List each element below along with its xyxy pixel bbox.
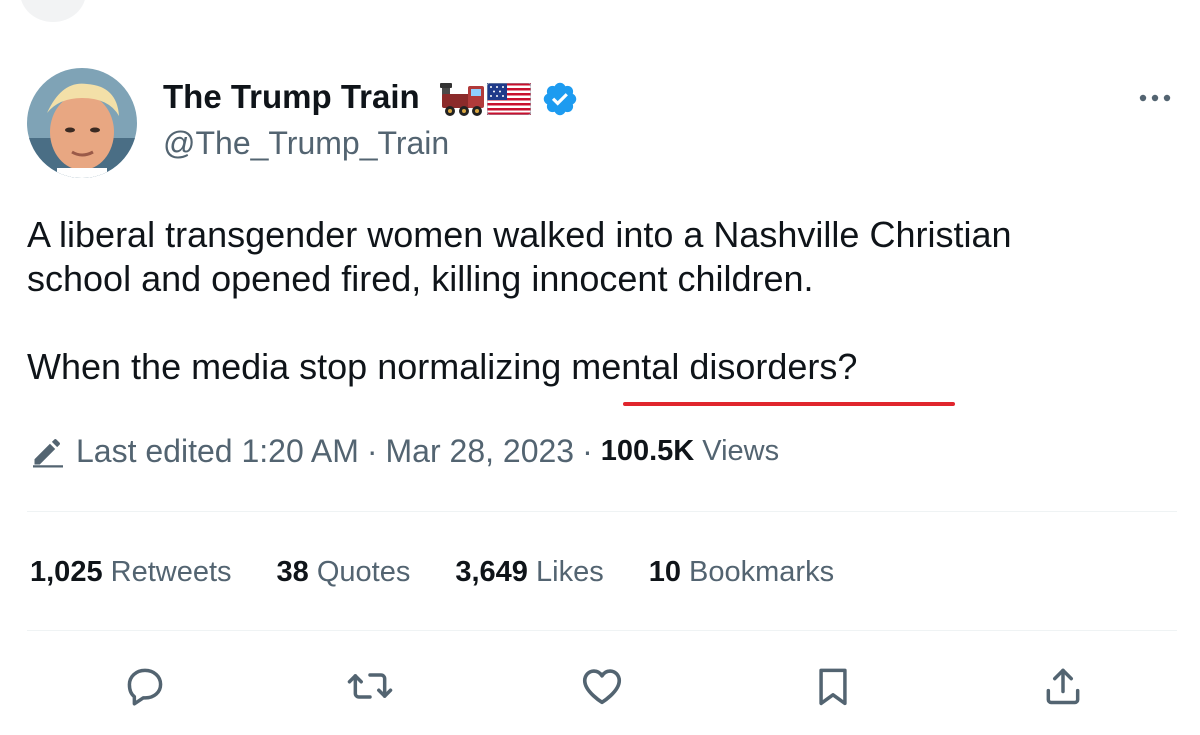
verified-badge-icon[interactable] <box>541 80 579 118</box>
reply-button[interactable] <box>120 661 170 711</box>
retweet-icon <box>347 673 393 699</box>
likes-stat[interactable]: 3,649 Likes <box>455 556 603 589</box>
bookmark-button[interactable] <box>808 661 858 711</box>
like-icon <box>582 669 622 705</box>
avatar[interactable] <box>27 68 137 178</box>
pencil-icon <box>33 439 63 468</box>
back-button[interactable] <box>20 0 86 22</box>
engagement-stats: 1,025 Retweets 38 Quotes 3,649 Likes 10 … <box>30 552 879 592</box>
retweets-stat[interactable]: 1,025 Retweets <box>30 556 232 589</box>
likes-count: 3,649 <box>455 555 528 588</box>
likes-label: Likes <box>536 555 604 588</box>
author-name[interactable]: The Trump Train <box>163 77 420 117</box>
more-options-icon[interactable] <box>1135 84 1175 112</box>
author-handle[interactable]: @The_Trump_Train <box>163 124 449 162</box>
tweet-text: A liberal transgender women walked into … <box>27 214 1012 387</box>
bookmarks-count: 10 <box>648 555 681 588</box>
share-icon <box>1046 668 1080 705</box>
views-count: 100.5K <box>600 434 695 467</box>
edit-info-row: Last edited 1:20 AM · Mar 28, 2023 · 100… <box>30 429 779 473</box>
divider <box>27 630 1177 631</box>
last-edited-link[interactable]: Last edited 1:20 AM <box>76 433 359 470</box>
avatar-image <box>27 68 137 178</box>
red-underline-annotation <box>623 402 955 406</box>
bookmarks-label: Bookmarks <box>689 555 835 588</box>
tweet-detail-view: The Trump Train @The_Trump_Train A liber… <box>0 0 1200 735</box>
views-label: Views <box>702 434 780 467</box>
tweet-date[interactable]: Mar 28, 2023 <box>386 433 575 470</box>
quotes-stat[interactable]: 38 Quotes <box>277 556 411 589</box>
bookmark-icon <box>819 668 847 706</box>
separator: · <box>582 432 593 469</box>
retweet-button[interactable] <box>345 661 395 711</box>
reply-icon <box>127 668 163 706</box>
separator: · <box>366 432 378 469</box>
quotes-label: Quotes <box>316 555 411 588</box>
divider <box>27 511 1177 512</box>
retweets-count: 1,025 <box>30 555 103 588</box>
us-flag-emoji-icon <box>487 83 531 115</box>
bookmarks-stat[interactable]: 10 Bookmarks <box>649 556 834 589</box>
share-button[interactable] <box>1038 661 1088 711</box>
train-emoji-icon <box>440 83 484 116</box>
like-button[interactable] <box>577 661 627 711</box>
retweets-label: Retweets <box>110 555 232 588</box>
quotes-count: 38 <box>276 555 309 588</box>
